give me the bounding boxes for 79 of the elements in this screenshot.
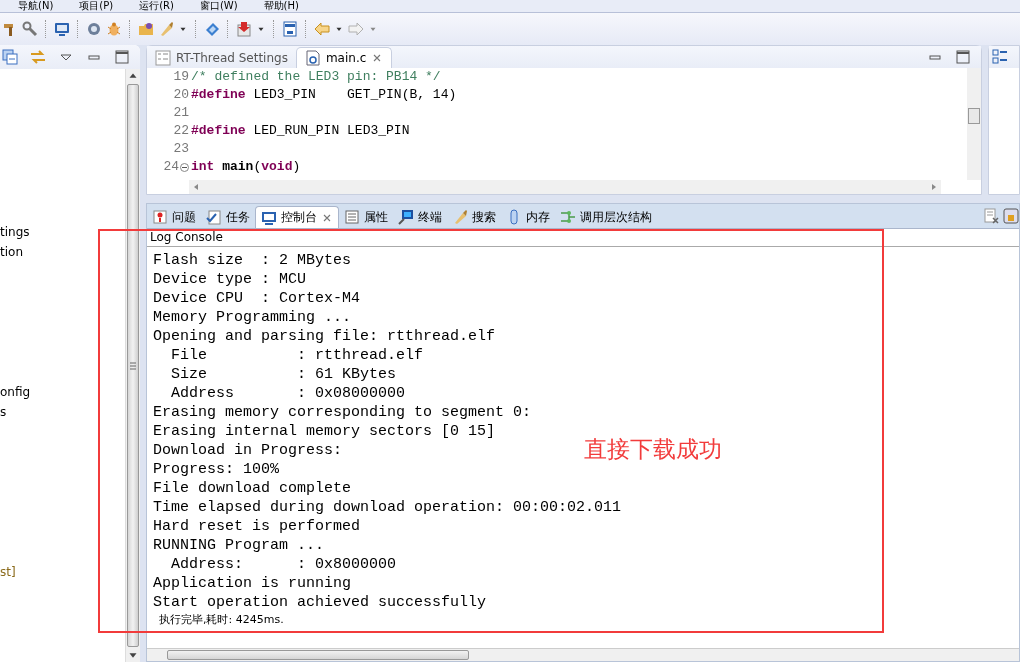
console-line: Application is running bbox=[153, 574, 352, 593]
tree-item[interactable]: tings bbox=[0, 225, 30, 239]
console-line: Flash size : 2 MBytes bbox=[153, 251, 352, 270]
view-tab[interactable]: 内存 bbox=[501, 206, 555, 228]
code-editor[interactable]: 19 20 21 22 23 24 /* defined the LED3 pin: PB14 */ #define LED3_PIN GET_PIN(B, 14) #define LED_RUN_PIN LED3_PIN int main(void) bbox=[147, 68, 981, 180]
scrollbar[interactable] bbox=[189, 180, 941, 194]
editor-tab[interactable]: RT-Thread Settings bbox=[147, 47, 296, 68]
tree-item[interactable]: st] bbox=[0, 565, 16, 579]
console-line: File : rtthread.elf bbox=[170, 346, 424, 365]
monitor-icon[interactable] bbox=[54, 21, 70, 37]
view-tab[interactable]: 控制台 bbox=[255, 206, 339, 228]
bug-icon[interactable] bbox=[106, 21, 122, 37]
console-line: Start operation achieved successfully bbox=[153, 593, 487, 612]
view-tab[interactable]: 属性 bbox=[339, 206, 393, 228]
collapse-all-icon[interactable] bbox=[2, 49, 18, 65]
console-line: RUNNING Program ... bbox=[153, 536, 325, 555]
view-tab[interactable]: 调用层次结构 bbox=[555, 206, 657, 228]
view-tab[interactable]: 搜索 bbox=[447, 206, 501, 228]
tree-item[interactable]: s bbox=[0, 405, 7, 419]
console-line: Device type : MCU bbox=[153, 270, 307, 289]
console-line: Download in Progress: bbox=[153, 441, 343, 460]
console-line: Hard reset is performed bbox=[153, 517, 361, 536]
download-icon[interactable] bbox=[236, 21, 252, 37]
line-number: 21 bbox=[173, 104, 189, 122]
console-line: Time elapsed during download operation: 00:00:02.011 bbox=[153, 498, 622, 517]
terminal-icon bbox=[398, 209, 414, 225]
line-number: 20 bbox=[173, 86, 189, 104]
console-line: Address : 0x08000000 bbox=[170, 384, 406, 403]
grip-icon[interactable] bbox=[130, 361, 136, 370]
hierarchy-icon bbox=[560, 209, 576, 225]
scrollbar[interactable] bbox=[967, 68, 981, 180]
console-line: Progress: 100% bbox=[153, 460, 280, 479]
clear-console-icon[interactable] bbox=[983, 208, 999, 224]
maximize-icon[interactable] bbox=[114, 49, 130, 65]
scroll-lock-icon[interactable] bbox=[1003, 208, 1019, 224]
panel-icon[interactable] bbox=[282, 21, 298, 37]
c-file-icon[interactable] bbox=[304, 50, 321, 66]
task-icon bbox=[206, 209, 222, 225]
menu-item[interactable]: 导航(N) bbox=[18, 0, 54, 12]
console-line: Erasing internal memory sectors [0 15] bbox=[153, 422, 496, 441]
fold-icon[interactable] bbox=[180, 162, 189, 172]
line-number: 24 bbox=[163, 158, 189, 176]
console-line: Memory Programming ... bbox=[153, 308, 352, 327]
console-status: 执行完毕,耗时: 4245ms. bbox=[158, 612, 285, 628]
annotation-text: 直接下载成功 bbox=[584, 435, 722, 464]
flashlight-icon bbox=[452, 209, 468, 225]
tree-item[interactable]: onfig bbox=[0, 385, 31, 399]
console-line: File download complete bbox=[153, 479, 352, 498]
code-line: /* defined the LED3 pin: PB14 */ bbox=[191, 68, 442, 86]
code-line: int main(void) bbox=[191, 158, 302, 176]
scrollbar[interactable] bbox=[125, 69, 140, 662]
menu-item[interactable]: 窗口(W) bbox=[199, 0, 238, 12]
console-title: Log Console bbox=[147, 229, 1019, 247]
console-line: Opening and parsing file: rtthread.elf bbox=[153, 327, 496, 346]
tree-item[interactable]: tion bbox=[0, 245, 23, 259]
view-tab[interactable]: 问题 bbox=[147, 206, 201, 228]
line-number: 22 bbox=[173, 122, 189, 140]
table-icon bbox=[344, 209, 360, 225]
line-number: 19 bbox=[173, 68, 189, 86]
console-line: Device CPU : Cortex-M4 bbox=[153, 289, 361, 308]
maximize-icon[interactable] bbox=[955, 49, 971, 65]
scrollbar[interactable] bbox=[147, 648, 1019, 661]
console-line: Erasing memory corresponding to segment 0: bbox=[153, 403, 532, 422]
console-line: Address: : 0x8000000 bbox=[170, 555, 397, 574]
code-line: #define LED3_PIN GET_PIN(B, 14) bbox=[191, 86, 458, 104]
view-tab[interactable]: 任务 bbox=[201, 206, 255, 228]
editor-tab[interactable]: main.c bbox=[295, 47, 393, 68]
menu-item[interactable]: 帮助(H) bbox=[263, 0, 299, 12]
menu-item[interactable]: 运行(R) bbox=[139, 0, 174, 12]
monitor-icon bbox=[261, 209, 277, 226]
folder-icon[interactable] bbox=[138, 21, 154, 37]
line-number: 23 bbox=[173, 140, 189, 158]
code-line: #define LED_RUN_PIN LED3_PIN bbox=[191, 122, 411, 140]
link-arrows-icon[interactable] bbox=[30, 49, 46, 65]
view-tab[interactable]: 终端 bbox=[393, 206, 447, 228]
console-line: Size : 61 KBytes bbox=[170, 365, 397, 384]
outline-icon[interactable] bbox=[992, 49, 1008, 65]
problem-icon bbox=[152, 209, 168, 225]
menu-item[interactable]: 项目(P) bbox=[79, 0, 114, 12]
